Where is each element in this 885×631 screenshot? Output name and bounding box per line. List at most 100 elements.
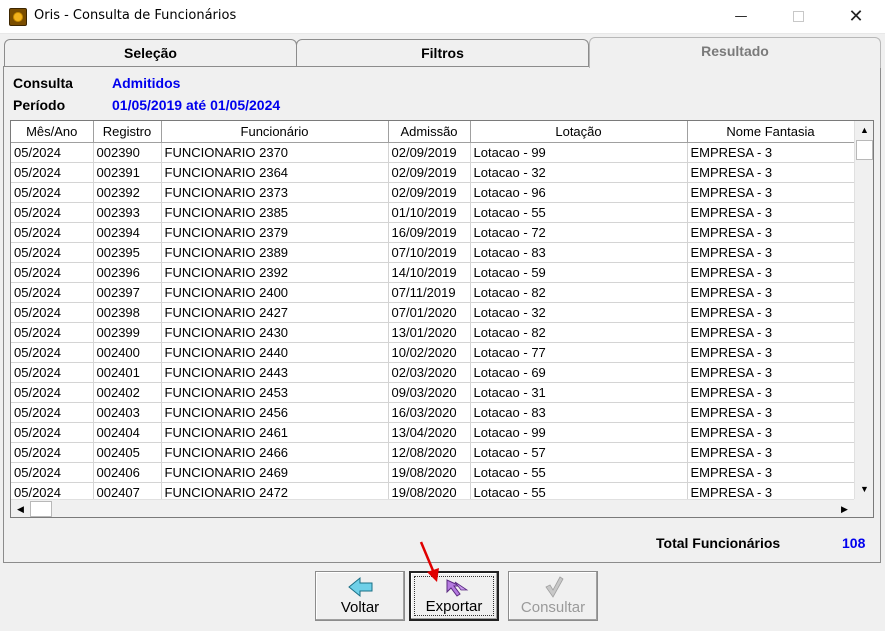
cell-funcionario[interactable]: FUNCIONARIO 2370 [161,142,389,163]
scroll-left-arrow-icon[interactable]: ◀ [11,500,30,517]
cell-mes-ano[interactable]: 05/2024 [11,442,94,463]
cell-registro[interactable]: 002405 [93,442,162,463]
cell-admissao[interactable]: 07/01/2020 [388,302,471,323]
scroll-right-arrow-icon[interactable]: ▶ [835,500,854,517]
table-row[interactable]: 05/2024 002399 FUNCIONARIO 2430 13/01/2020 L… [11,322,854,343]
cell-lotacao[interactable]: Lotacao - 72 [470,222,688,243]
cell-admissao[interactable]: 02/09/2019 [388,182,471,203]
cell-admissao[interactable]: 10/02/2020 [388,342,471,363]
table-row[interactable]: 05/2024 002396 FUNCIONARIO 2392 14/10/2019 L… [11,262,854,283]
cell-lotacao[interactable]: Lotacao - 59 [470,262,688,283]
cell-admissao[interactable]: 14/10/2019 [388,262,471,283]
cell-nome-fantasia[interactable]: EMPRESA - 3 [687,242,854,263]
cell-admissao[interactable]: 07/11/2019 [388,282,471,303]
cell-nome-fantasia[interactable]: EMPRESA - 3 [687,302,854,323]
cell-admissao[interactable]: 13/04/2020 [388,422,471,443]
cell-funcionario[interactable]: FUNCIONARIO 2364 [161,162,389,183]
cell-funcionario[interactable]: FUNCIONARIO 2443 [161,362,389,383]
cell-nome-fantasia[interactable]: EMPRESA - 3 [687,162,854,183]
cell-registro[interactable]: 002401 [93,362,162,383]
table-row[interactable]: 05/2024 002392 FUNCIONARIO 2373 02/09/2019 L… [11,182,854,203]
column-header-lotacao[interactable]: Lotação [470,121,688,143]
cell-admissao[interactable]: 02/09/2019 [388,162,471,183]
cell-nome-fantasia[interactable]: EMPRESA - 3 [687,262,854,283]
cell-nome-fantasia[interactable]: EMPRESA - 3 [687,342,854,363]
table-row[interactable]: 05/2024 002407 FUNCIONARIO 2472 19/08/2020 L… [11,482,854,499]
cell-lotacao[interactable]: Lotacao - 55 [470,462,688,483]
cell-mes-ano[interactable]: 05/2024 [11,242,94,263]
cell-funcionario[interactable]: FUNCIONARIO 2392 [161,262,389,283]
voltar-button[interactable]: Voltar [315,571,405,621]
cell-registro[interactable]: 002402 [93,382,162,403]
cell-nome-fantasia[interactable]: EMPRESA - 3 [687,482,854,499]
cell-lotacao[interactable]: Lotacao - 99 [470,142,688,163]
cell-funcionario[interactable]: FUNCIONARIO 2373 [161,182,389,203]
scroll-down-arrow-icon[interactable]: ▼ [855,480,873,499]
table-row[interactable]: 05/2024 002406 FUNCIONARIO 2469 19/08/2020 L… [11,462,854,483]
cell-nome-fantasia[interactable]: EMPRESA - 3 [687,442,854,463]
cell-registro[interactable]: 002390 [93,142,162,163]
cell-admissao[interactable]: 07/10/2019 [388,242,471,263]
column-header-nome-fantasia[interactable]: Nome Fantasia [687,121,854,143]
cell-nome-fantasia[interactable]: EMPRESA - 3 [687,402,854,423]
cell-mes-ano[interactable]: 05/2024 [11,282,94,303]
cell-registro[interactable]: 002407 [93,482,162,499]
cell-funcionario[interactable]: FUNCIONARIO 2389 [161,242,389,263]
cell-mes-ano[interactable]: 05/2024 [11,222,94,243]
cell-lotacao[interactable]: Lotacao - 77 [470,342,688,363]
cell-funcionario[interactable]: FUNCIONARIO 2427 [161,302,389,323]
cell-nome-fantasia[interactable]: EMPRESA - 3 [687,282,854,303]
cell-nome-fantasia[interactable]: EMPRESA - 3 [687,222,854,243]
table-row[interactable]: 05/2024 002405 FUNCIONARIO 2466 12/08/2020 L… [11,442,854,463]
cell-admissao[interactable]: 19/08/2020 [388,462,471,483]
table-row[interactable]: 05/2024 002393 FUNCIONARIO 2385 01/10/2019 L… [11,202,854,223]
table-row[interactable]: 05/2024 002404 FUNCIONARIO 2461 13/04/2020 L… [11,422,854,443]
cell-mes-ano[interactable]: 05/2024 [11,182,94,203]
table-row[interactable]: 05/2024 002402 FUNCIONARIO 2453 09/03/2020 L… [11,382,854,403]
cell-registro[interactable]: 002391 [93,162,162,183]
cell-nome-fantasia[interactable]: EMPRESA - 3 [687,382,854,403]
column-header-funcionario[interactable]: Funcionário [161,121,389,143]
cell-mes-ano[interactable]: 05/2024 [11,142,94,163]
cell-funcionario[interactable]: FUNCIONARIO 2472 [161,482,389,499]
cell-nome-fantasia[interactable]: EMPRESA - 3 [687,462,854,483]
column-header-admissao[interactable]: Admissão [388,121,471,143]
cell-registro[interactable]: 002396 [93,262,162,283]
minimize-button[interactable]: — [718,0,764,34]
cell-admissao[interactable]: 09/03/2020 [388,382,471,403]
cell-mes-ano[interactable]: 05/2024 [11,382,94,403]
cell-lotacao[interactable]: Lotacao - 82 [470,322,688,343]
cell-nome-fantasia[interactable]: EMPRESA - 3 [687,322,854,343]
cell-lotacao[interactable]: Lotacao - 57 [470,442,688,463]
cell-admissao[interactable]: 12/08/2020 [388,442,471,463]
cell-lotacao[interactable]: Lotacao - 99 [470,422,688,443]
cell-lotacao[interactable]: Lotacao - 31 [470,382,688,403]
scroll-up-arrow-icon[interactable]: ▲ [855,121,873,140]
cell-funcionario[interactable]: FUNCIONARIO 2456 [161,402,389,423]
cell-registro[interactable]: 002392 [93,182,162,203]
table-row[interactable]: 05/2024 002398 FUNCIONARIO 2427 07/01/2020 L… [11,302,854,323]
cell-mes-ano[interactable]: 05/2024 [11,302,94,323]
cell-registro[interactable]: 002404 [93,422,162,443]
table-row[interactable]: 05/2024 002395 FUNCIONARIO 2389 07/10/2019 L… [11,242,854,263]
cell-admissao[interactable]: 16/09/2019 [388,222,471,243]
cell-mes-ano[interactable]: 05/2024 [11,362,94,383]
cell-funcionario[interactable]: FUNCIONARIO 2400 [161,282,389,303]
cell-registro[interactable]: 002398 [93,302,162,323]
cell-funcionario[interactable]: FUNCIONARIO 2440 [161,342,389,363]
cell-nome-fantasia[interactable]: EMPRESA - 3 [687,362,854,383]
cell-lotacao[interactable]: Lotacao - 32 [470,162,688,183]
cell-nome-fantasia[interactable]: EMPRESA - 3 [687,422,854,443]
cell-funcionario[interactable]: FUNCIONARIO 2379 [161,222,389,243]
cell-funcionario[interactable]: FUNCIONARIO 2453 [161,382,389,403]
cell-lotacao[interactable]: Lotacao - 83 [470,402,688,423]
cell-lotacao[interactable]: Lotacao - 32 [470,302,688,323]
cell-admissao[interactable]: 02/03/2020 [388,362,471,383]
tab-resultado[interactable]: Resultado [589,37,881,68]
cell-nome-fantasia[interactable]: EMPRESA - 3 [687,202,854,223]
tab-filtros[interactable]: Filtros [296,39,589,67]
cell-registro[interactable]: 002397 [93,282,162,303]
cell-nome-fantasia[interactable]: EMPRESA - 3 [687,142,854,163]
cell-mes-ano[interactable]: 05/2024 [11,162,94,183]
cell-admissao[interactable]: 16/03/2020 [388,402,471,423]
